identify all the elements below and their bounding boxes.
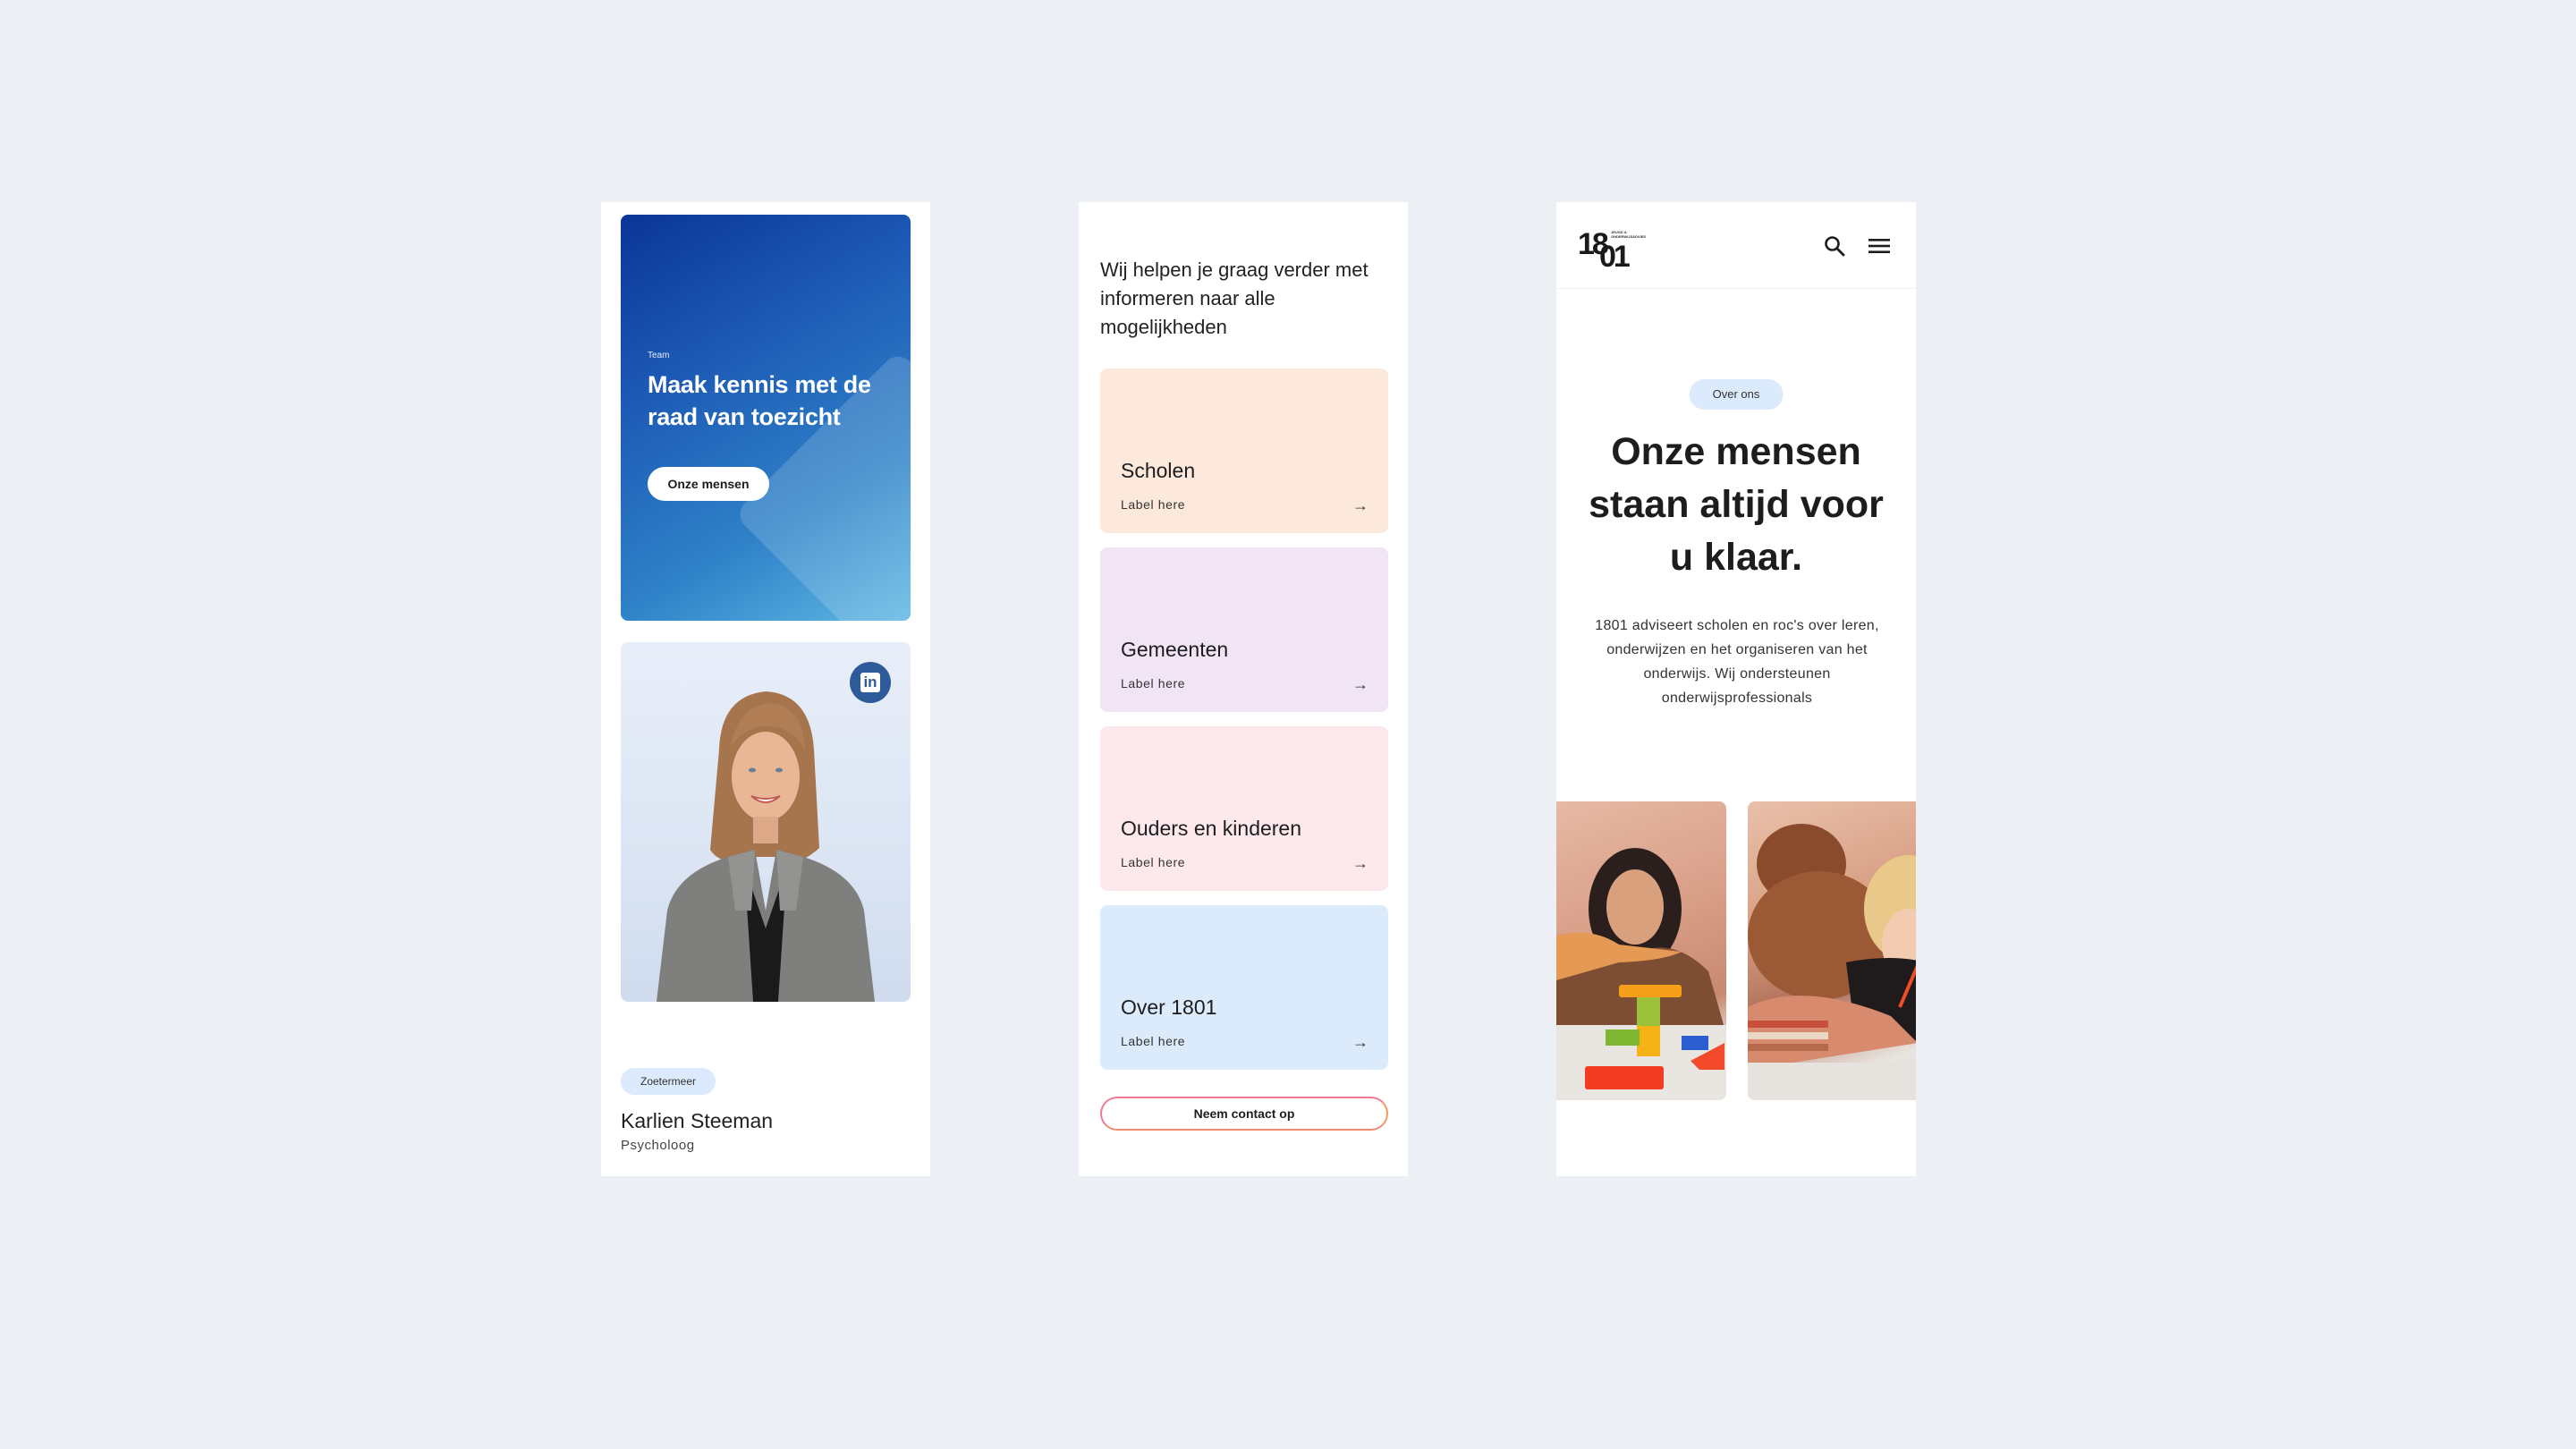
site-header: 18 01 JEUGD & ONDERWIJSADVIES — [1556, 202, 1916, 289]
team-card-eyebrow: Team — [648, 351, 670, 360]
search-icon — [1825, 236, 1845, 257]
help-panel: Wij helpen je graag verder met informere… — [1079, 202, 1408, 1176]
contact-button[interactable]: Neem contact op — [1100, 1097, 1388, 1131]
about-title: Onze mensen staan altijd voor u klaar. — [1589, 430, 1884, 579]
tile-label: Label here — [1121, 855, 1186, 869]
tile-label: Label here — [1121, 497, 1186, 512]
tile-title: Ouders en kinderen — [1121, 817, 1302, 840]
about-panel: 18 01 JEUGD & ONDERWIJSADVIES Over ons O… — [1556, 202, 1916, 1176]
team-promo-card: Team Maak kennis met de raad van toezich… — [621, 215, 911, 621]
tile-title: Gemeenten — [1121, 638, 1229, 661]
team-panel: Team Maak kennis met de raad van toezich… — [601, 202, 930, 1176]
person-role: Psycholoog — [621, 1138, 695, 1153]
onze-mensen-button[interactable]: Onze mensen — [648, 467, 769, 501]
tile-label: Label here — [1121, 1034, 1186, 1048]
arrow-right-icon: → — [1352, 496, 1368, 514]
photo-blocks-activity — [1556, 801, 1726, 1100]
arrow-right-icon: → — [1352, 854, 1368, 872]
help-intro-text: Wij helpen je graag verder met informere… — [1100, 258, 1368, 338]
tile-gemeenten[interactable]: Gemeenten Label here → — [1100, 547, 1388, 712]
menu-button[interactable] — [1866, 233, 1893, 259]
tile-over-1801[interactable]: Over 1801 Label here → — [1100, 905, 1388, 1070]
tile-title: Scholen — [1121, 459, 1196, 482]
linkedin-button[interactable]: in — [850, 662, 891, 703]
over-ons-badge: Over ons — [1689, 379, 1784, 410]
logo-1801[interactable]: 18 01 JEUGD & ONDERWIJSADVIES — [1578, 227, 1649, 272]
photo-children-drawing — [1748, 801, 1916, 1100]
hamburger-menu-icon — [1868, 239, 1890, 253]
linkedin-icon: in — [860, 673, 880, 692]
tile-scholen[interactable]: Scholen Label here → — [1100, 369, 1388, 533]
about-description: 1801 adviseert scholen en roc's over ler… — [1595, 618, 1879, 706]
search-button[interactable] — [1821, 233, 1848, 259]
location-badge: Zoetermeer — [621, 1068, 716, 1095]
tile-ouders-en-kinderen[interactable]: Ouders en kinderen Label here → — [1100, 726, 1388, 891]
photo-illustration — [1556, 848, 1726, 1100]
person-name: Karlien Steeman — [621, 1109, 774, 1132]
arrow-right-icon: → — [1352, 675, 1368, 693]
tile-label: Label here — [1121, 676, 1186, 691]
striped-sleeve — [1748, 1021, 1828, 1051]
tile-title: Over 1801 — [1121, 996, 1217, 1019]
profile-photo: in — [621, 642, 911, 1002]
logo-digits-01: 01 — [1599, 240, 1631, 274]
photo-illustration — [1748, 824, 1916, 1100]
arrow-right-icon: → — [1352, 1033, 1368, 1051]
team-card-headline: Maak kennis met de raad van toezicht — [648, 371, 871, 430]
logo-tagline: JEUGD & ONDERWIJSADVIES — [1611, 230, 1647, 239]
